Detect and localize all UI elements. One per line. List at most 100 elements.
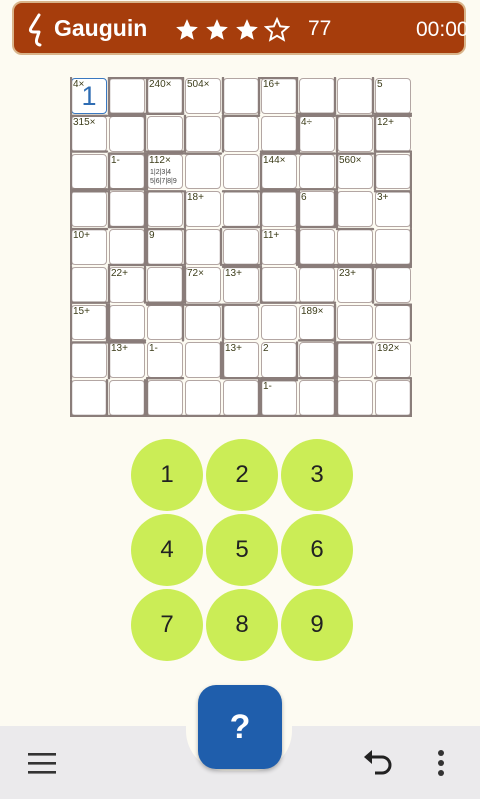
grid-cell[interactable]: [222, 115, 260, 153]
keypad-button-9[interactable]: 9: [281, 589, 353, 661]
grid-cell[interactable]: [146, 379, 184, 417]
grid-cell[interactable]: 192×: [374, 341, 412, 379]
grid-cell[interactable]: [374, 153, 412, 191]
grid-cell[interactable]: [298, 341, 336, 379]
grid-cell[interactable]: [336, 304, 374, 342]
grid-cell[interactable]: [298, 266, 336, 304]
more-vertical-icon[interactable]: [423, 745, 459, 781]
grid-cell[interactable]: [70, 379, 108, 417]
cage-clue: 112×: [149, 154, 171, 166]
keypad-button-8[interactable]: 8: [206, 589, 278, 661]
grid-cell[interactable]: [108, 379, 146, 417]
grid-cell[interactable]: [298, 228, 336, 266]
grid-cell[interactable]: [336, 379, 374, 417]
grid-cell[interactable]: 11+: [260, 228, 298, 266]
grid-cell[interactable]: [146, 304, 184, 342]
cell-background: [109, 115, 145, 152]
grid-cell[interactable]: 22+: [108, 266, 146, 304]
grid-cell[interactable]: 4× 1: [70, 77, 108, 115]
grid-cell[interactable]: [184, 153, 222, 191]
grid-cell[interactable]: [298, 77, 336, 115]
grid-cell[interactable]: [298, 379, 336, 417]
grid-cell[interactable]: [222, 304, 260, 342]
grid-cell[interactable]: [108, 115, 146, 153]
grid-cell[interactable]: [108, 190, 146, 228]
grid-cell[interactable]: 112× 1|2|3|4 5|6|7|8|9: [146, 153, 184, 191]
grid-cell[interactable]: 4÷: [298, 115, 336, 153]
grid-cell[interactable]: [70, 266, 108, 304]
grid-cell[interactable]: [222, 228, 260, 266]
grid-cell[interactable]: [260, 266, 298, 304]
grid-cell[interactable]: 1-: [146, 341, 184, 379]
grid-cell[interactable]: [108, 77, 146, 115]
cell-background: [375, 229, 411, 265]
keypad-button-5[interactable]: 5: [206, 514, 278, 586]
grid-cell[interactable]: [222, 190, 260, 228]
undo-icon[interactable]: [360, 745, 396, 781]
grid-cell[interactable]: 10+: [70, 228, 108, 266]
grid-cell[interactable]: [336, 341, 374, 379]
grid-cell[interactable]: [146, 190, 184, 228]
grid-cell[interactable]: [298, 153, 336, 191]
grid-cell[interactable]: [184, 115, 222, 153]
grid-cell[interactable]: [222, 77, 260, 115]
grid-cell[interactable]: 23+: [336, 266, 374, 304]
keypad-button-1[interactable]: 1: [131, 439, 203, 511]
grid-cell[interactable]: [146, 266, 184, 304]
grid-cell[interactable]: 315×: [70, 115, 108, 153]
grid-cell[interactable]: 2: [260, 341, 298, 379]
grid-cell[interactable]: [222, 379, 260, 417]
grid-cell[interactable]: [336, 115, 374, 153]
keypad-button-label: 3: [310, 461, 324, 488]
grid-cell[interactable]: 13+: [222, 341, 260, 379]
hamburger-menu-icon[interactable]: [24, 745, 60, 781]
grid-cell[interactable]: [70, 153, 108, 191]
grid-cell[interactable]: 144×: [260, 153, 298, 191]
grid-cell[interactable]: 12+: [374, 115, 412, 153]
grid-cell[interactable]: 13+: [108, 341, 146, 379]
help-button[interactable]: ?: [198, 685, 282, 769]
grid-cell[interactable]: [374, 304, 412, 342]
grid-cell[interactable]: 18+: [184, 190, 222, 228]
grid-cell[interactable]: [184, 228, 222, 266]
grid-cell[interactable]: 15+: [70, 304, 108, 342]
grid-cell[interactable]: [146, 115, 184, 153]
grid-cell[interactable]: [374, 228, 412, 266]
keypad-button-7[interactable]: 7: [131, 589, 203, 661]
grid-cell[interactable]: [184, 341, 222, 379]
grid-cell[interactable]: [70, 341, 108, 379]
keypad-button-3[interactable]: 3: [281, 439, 353, 511]
grid-cell[interactable]: 504×: [184, 77, 222, 115]
grid-cell[interactable]: 5: [374, 77, 412, 115]
grid-cell[interactable]: 72×: [184, 266, 222, 304]
grid-cell[interactable]: 1-: [108, 153, 146, 191]
grid-cell[interactable]: 13+: [222, 266, 260, 304]
grid-cell[interactable]: [108, 228, 146, 266]
notes-line: 1|2|3|4: [150, 168, 172, 176]
keypad-button-4[interactable]: 4: [131, 514, 203, 586]
grid-cell[interactable]: [260, 304, 298, 342]
keypad-button-6[interactable]: 6: [281, 514, 353, 586]
grid-cell[interactable]: [260, 115, 298, 153]
grid-cell[interactable]: [374, 379, 412, 417]
grid-cell[interactable]: [184, 304, 222, 342]
grid-cell[interactable]: 9: [146, 228, 184, 266]
cell-background: [185, 229, 221, 265]
grid-cell[interactable]: [260, 190, 298, 228]
grid-cell[interactable]: 6: [298, 190, 336, 228]
grid-cell[interactable]: [336, 190, 374, 228]
grid-cell[interactable]: [336, 77, 374, 115]
grid-cell[interactable]: [70, 190, 108, 228]
keypad-button-2[interactable]: 2: [206, 439, 278, 511]
grid-cell[interactable]: 560×: [336, 153, 374, 191]
grid-cell[interactable]: [374, 266, 412, 304]
grid-cell[interactable]: [108, 304, 146, 342]
grid-cell[interactable]: 16+: [260, 77, 298, 115]
grid-cell[interactable]: 1-: [260, 379, 298, 417]
grid-cell[interactable]: [222, 153, 260, 191]
grid-cell[interactable]: 240×: [146, 77, 184, 115]
grid-cell[interactable]: [336, 228, 374, 266]
grid-cell[interactable]: 3+: [374, 190, 412, 228]
grid-cell[interactable]: 189×: [298, 304, 336, 342]
grid-cell[interactable]: [184, 379, 222, 417]
